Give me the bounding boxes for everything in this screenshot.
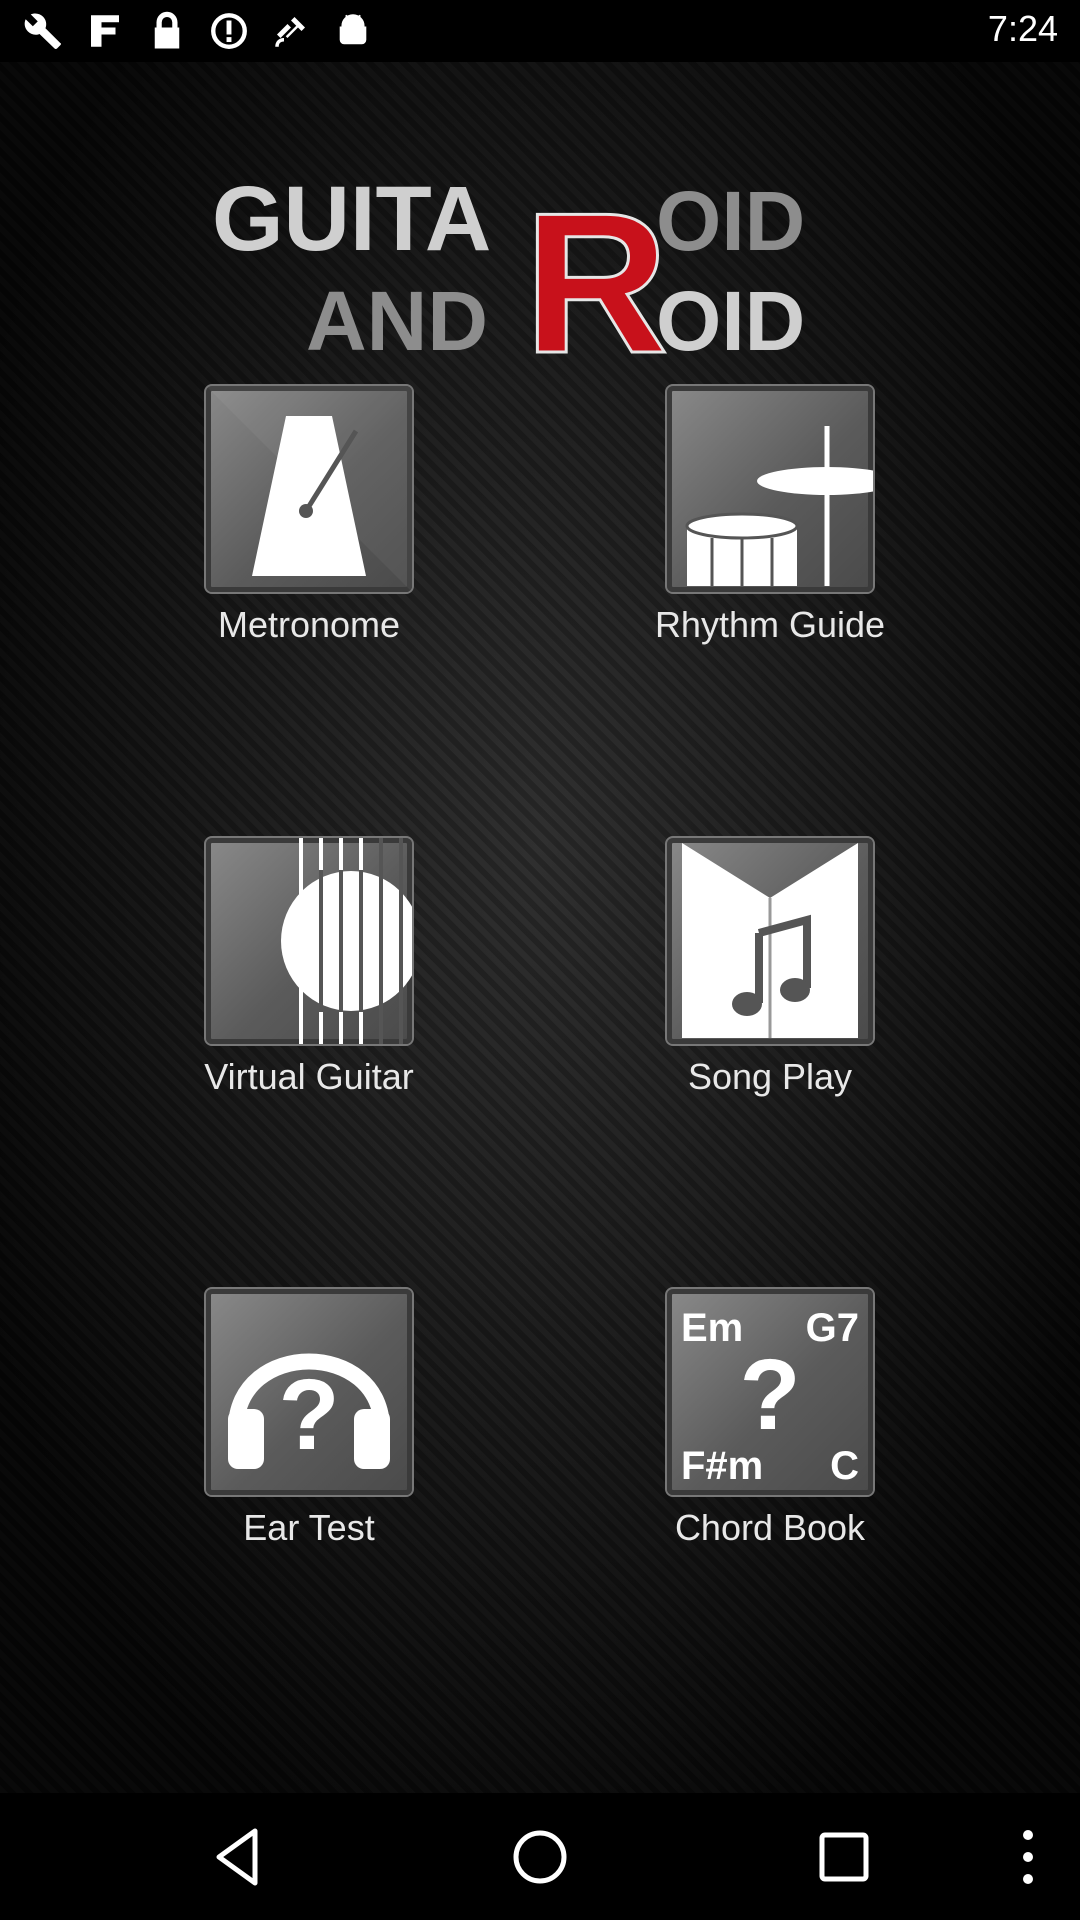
svg-text:C: C	[830, 1444, 859, 1488]
guitar-icon	[206, 838, 412, 1044]
more-icon[interactable]	[992, 1821, 1064, 1893]
ear-test-button[interactable]: ? Ear Test	[159, 1289, 459, 1549]
status-time: 7:24	[987, 8, 1058, 49]
metronome-label: Metronome	[217, 604, 401, 645]
lock-icon	[146, 10, 188, 57]
android-icon	[332, 10, 374, 57]
svg-text:OID: OID	[656, 174, 805, 268]
svg-text:AND: AND	[306, 274, 488, 368]
back-icon[interactable]	[203, 1821, 275, 1893]
chord-book-button[interactable]: Em G7 ? F#m C Chord Book	[620, 1289, 920, 1549]
headphones-question-icon: ?	[206, 1289, 412, 1495]
songbook-icon	[667, 838, 873, 1044]
drum-icon	[667, 386, 873, 592]
wrench-icon	[22, 10, 64, 57]
virtual-guitar-label: Virtual Guitar	[204, 1056, 414, 1097]
svg-text:F#m: F#m	[681, 1444, 763, 1488]
document-icon	[84, 10, 126, 57]
recents-icon[interactable]	[808, 1821, 880, 1893]
song-play-button[interactable]: Song Play	[620, 838, 920, 1098]
svg-text:R: R	[524, 172, 668, 370]
rhythm-guide-label: Rhythm Guide	[654, 604, 886, 645]
svg-text:OID: OID	[656, 274, 805, 368]
navigation-bar	[0, 1793, 1080, 1920]
alert-icon	[208, 10, 250, 57]
chord-question-icon: Em G7 ? F#m C	[667, 1289, 873, 1495]
virtual-guitar-button[interactable]: Virtual Guitar	[159, 838, 459, 1098]
svg-text:?: ?	[278, 1359, 339, 1471]
metronome-icon	[206, 386, 412, 592]
main-menu: GUITA AND R OID OID Metronome Rhythm Gui…	[0, 62, 1080, 1793]
rhythm-guide-button[interactable]: Rhythm Guide	[620, 386, 920, 646]
svg-text:GUITA: GUITA	[212, 168, 491, 270]
app-logo: GUITA AND R OID OID	[212, 168, 805, 370]
satellite-icon	[270, 10, 312, 57]
svg-text:?: ?	[739, 1339, 800, 1451]
ear-test-label: Ear Test	[243, 1507, 375, 1548]
svg-text:Em: Em	[681, 1306, 743, 1350]
song-play-label: Song Play	[687, 1056, 853, 1097]
metronome-button[interactable]: Metronome	[159, 386, 459, 646]
svg-text:G7: G7	[806, 1306, 859, 1350]
chord-book-label: Chord Book	[674, 1507, 866, 1548]
status-bar: 7:24	[0, 0, 1080, 62]
home-icon[interactable]	[504, 1821, 576, 1893]
